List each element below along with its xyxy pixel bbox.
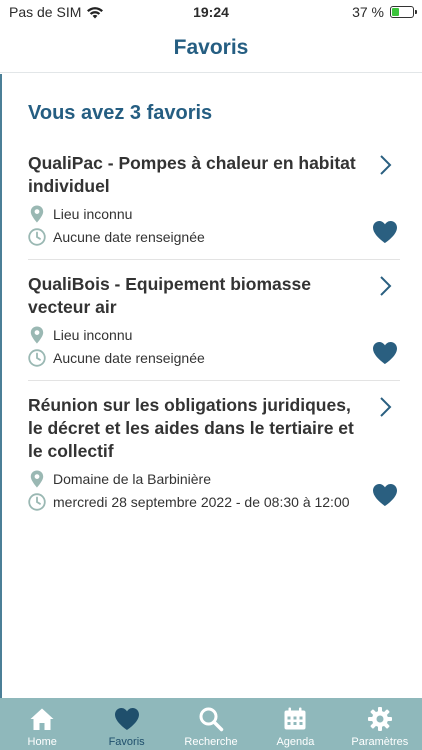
favorite-date: mercredi 28 septembre 2022 - de 08:30 à … bbox=[53, 493, 350, 510]
favorite-item[interactable]: QualiPac - Pompes à chaleur en habitat i… bbox=[28, 152, 400, 248]
page-title: Favoris bbox=[173, 36, 249, 59]
favorite-heart-icon[interactable] bbox=[372, 341, 398, 365]
favorite-date: Aucune date renseignée bbox=[53, 228, 205, 245]
favorite-location: Lieu inconnu bbox=[53, 326, 133, 343]
chevron-right-icon[interactable] bbox=[378, 154, 392, 176]
tab-favoris[interactable]: Favoris bbox=[84, 698, 168, 750]
clock-icon bbox=[28, 492, 46, 511]
tab-label: Paramètres bbox=[351, 736, 409, 748]
heart-icon bbox=[114, 708, 139, 730]
favorite-heart-icon[interactable] bbox=[372, 220, 398, 244]
favorite-title: QualiBois - Equipement biomasse vecteur … bbox=[28, 274, 311, 317]
favorite-location-row: Domaine de la Barbinière bbox=[28, 467, 400, 490]
favorites-count-title: Vous avez 3 favoris bbox=[28, 102, 213, 124]
home-icon bbox=[30, 708, 54, 730]
battery-fill bbox=[392, 8, 400, 16]
tab-label: Agenda bbox=[276, 736, 315, 748]
favorite-date-row: mercredi 28 septembre 2022 - de 08:30 à … bbox=[28, 490, 400, 513]
divider bbox=[28, 259, 400, 260]
tab-label: Recherche bbox=[184, 736, 238, 748]
favorite-location: Lieu inconnu bbox=[53, 205, 133, 222]
favorite-location-row: Lieu inconnu bbox=[28, 202, 400, 225]
location-pin-icon bbox=[28, 205, 46, 223]
tab-label: Favoris bbox=[108, 736, 145, 748]
favorite-location-row: Lieu inconnu bbox=[28, 323, 400, 346]
chevron-right-icon[interactable] bbox=[378, 396, 392, 418]
tab-bar: Home Favoris Recherche Agenda Paramètres bbox=[0, 698, 422, 750]
location-pin-icon bbox=[28, 326, 46, 344]
tab-home[interactable]: Home bbox=[0, 698, 84, 750]
tab-label: Home bbox=[27, 736, 57, 748]
favorite-item[interactable]: Réunion sur les obligations juridiques, … bbox=[28, 394, 400, 513]
favorite-title: QualiPac - Pompes à chaleur en habitat i… bbox=[28, 153, 356, 196]
nav-bar: Favoris bbox=[0, 24, 422, 73]
status-bar: Pas de SIM 19:24 37 % bbox=[0, 0, 422, 24]
calendar-icon bbox=[284, 707, 306, 730]
battery-indicator: 37 % bbox=[352, 4, 417, 20]
favorite-date-row: Aucune date renseignée bbox=[28, 225, 400, 248]
tab-agenda[interactable]: Agenda bbox=[253, 698, 337, 750]
battery-percent: 37 % bbox=[352, 4, 384, 20]
clock-icon bbox=[28, 227, 46, 246]
favorites-content: Vous avez 3 favoris QualiPac - Pompes à … bbox=[0, 74, 422, 698]
favorite-title: Réunion sur les obligations juridiques, … bbox=[28, 395, 354, 461]
search-icon bbox=[199, 707, 224, 732]
favorite-item[interactable]: QualiBois - Equipement biomasse vecteur … bbox=[28, 273, 400, 369]
location-pin-icon bbox=[28, 470, 46, 488]
chevron-right-icon[interactable] bbox=[378, 275, 392, 297]
favorite-date-row: Aucune date renseignée bbox=[28, 346, 400, 369]
favorite-heart-icon[interactable] bbox=[372, 483, 398, 507]
battery-icon bbox=[390, 6, 417, 18]
tab-parametres[interactable]: Paramètres bbox=[338, 698, 422, 750]
tab-recherche[interactable]: Recherche bbox=[169, 698, 253, 750]
gear-icon bbox=[367, 707, 392, 731]
clock-icon bbox=[28, 348, 46, 367]
favorite-date: Aucune date renseignée bbox=[53, 349, 205, 366]
divider bbox=[28, 380, 400, 381]
favorite-location: Domaine de la Barbinière bbox=[53, 470, 211, 487]
